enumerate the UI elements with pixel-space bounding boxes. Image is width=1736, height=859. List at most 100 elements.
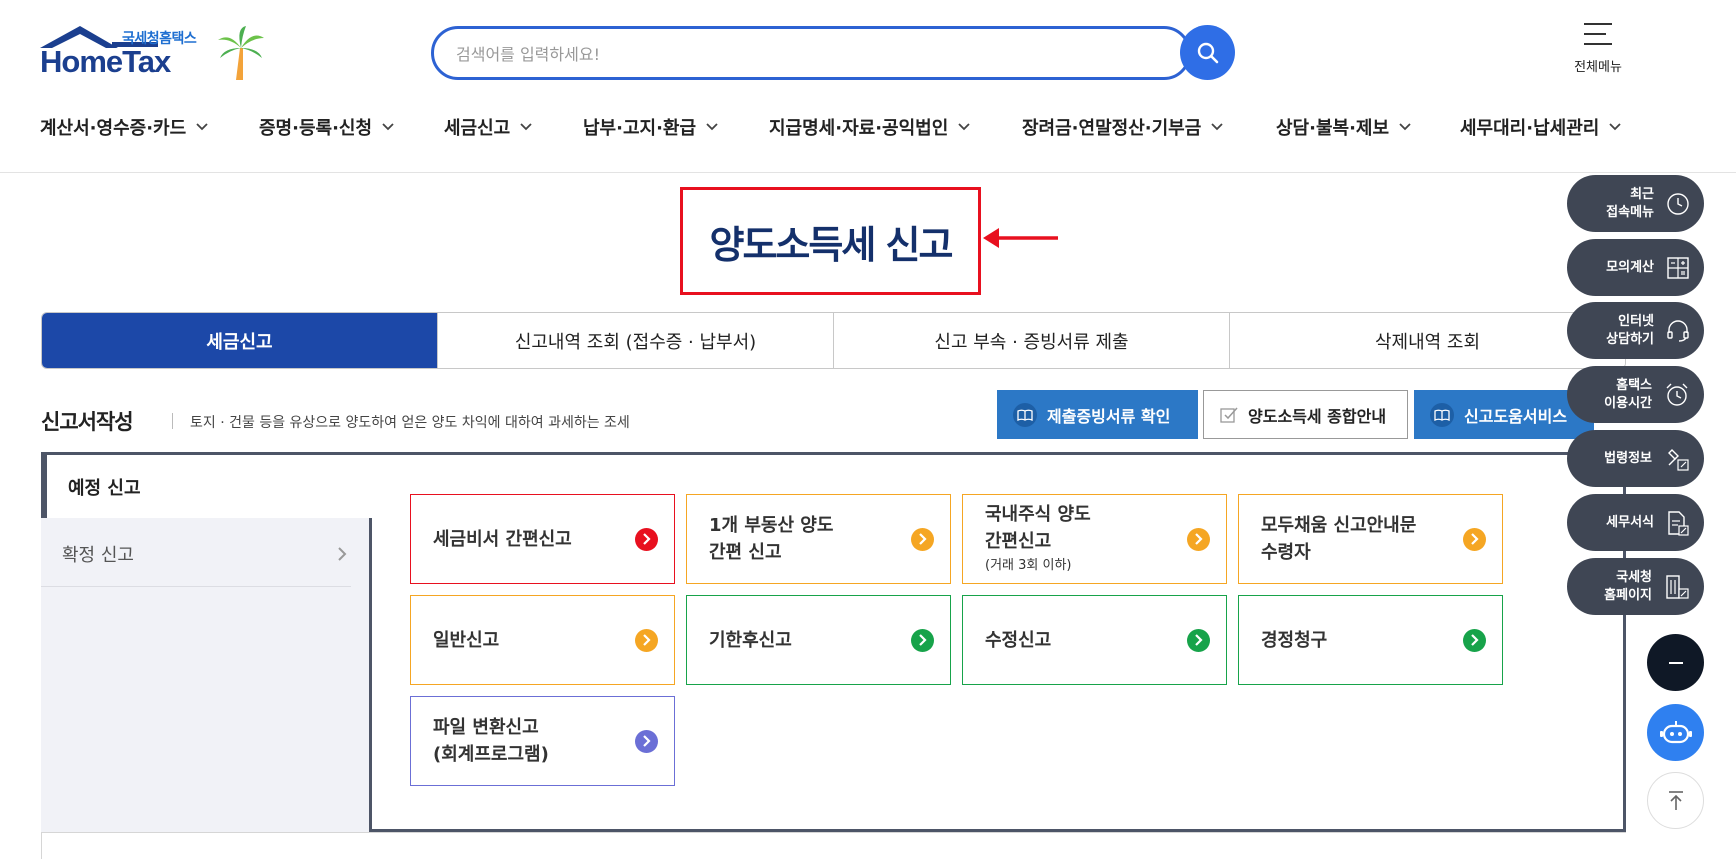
gnb-item-consult[interactable]: 상담·불복·제보	[1276, 114, 1411, 140]
guide-button[interactable]: 양도소득세 종합안내	[1203, 390, 1408, 439]
report-tabs: 세금신고 신고내역 조회 (접수증 · 납부서) 신고 부속 · 증빙서류 제출…	[41, 312, 1626, 369]
tab-tax-report[interactable]: 세금신고	[42, 313, 437, 368]
search-input[interactable]	[456, 41, 1136, 67]
side-menu-final-report[interactable]: 확정 신고	[41, 522, 351, 587]
chevron-right-icon	[338, 547, 347, 561]
card-single-realestate[interactable]: 1개 부동산 양도 간편 신고	[686, 494, 951, 584]
quick-hometax-hours[interactable]: 홈택스이용시간	[1567, 366, 1704, 423]
card-label-line2: 수령자	[1261, 542, 1311, 563]
section-title: 신고서작성	[41, 410, 134, 434]
arrow-right-icon	[635, 628, 658, 652]
chevron-down-icon	[196, 123, 208, 131]
quick-recent-menu[interactable]: 최근접속메뉴	[1567, 175, 1704, 232]
gnb-label: 증명·등록·신청	[259, 118, 373, 139]
quick-label-line1: 인터넷	[1618, 313, 1654, 329]
quick-label: 인터넷상담하기	[1606, 313, 1654, 349]
gnb-label: 계산서·영수증·카드	[40, 118, 187, 139]
tab-report-history[interactable]: 신고내역 조회 (접수증 · 납부서)	[437, 313, 833, 368]
card-label: 1개 부동산 양도 간편 신고	[709, 512, 833, 566]
card-label-line2: (회계프로그램)	[433, 744, 549, 765]
card-label: 파일 변환신고 (회계프로그램)	[433, 714, 549, 768]
tab-deleted-history[interactable]: 삭제내역 조회	[1229, 313, 1625, 368]
card-file-conversion[interactable]: 파일 변환신고 (회계프로그램)	[410, 696, 675, 786]
tab-attached-docs[interactable]: 신고 부속 · 증빙서류 제출	[833, 313, 1229, 368]
minus-icon	[1668, 661, 1683, 664]
card-amended-report[interactable]: 수정신고	[962, 595, 1227, 685]
document-icon	[1668, 510, 1689, 536]
side-menu-scheduled-report[interactable]: 예정 신고	[41, 455, 372, 518]
checkbox-edit-icon	[1220, 406, 1238, 424]
red-arrow-annotation	[983, 228, 1058, 248]
quick-nts-homepage[interactable]: 국세청 홈페이지	[1567, 558, 1704, 615]
gnb-label: 납부·고지·환급	[583, 118, 697, 139]
calculator-icon	[1667, 256, 1689, 279]
quick-label-line1: 최근	[1630, 186, 1654, 202]
card-label: 세금비서 간편신고	[433, 528, 572, 550]
search-icon	[1197, 42, 1218, 63]
gnb-item-tax-report[interactable]: 세금신고	[444, 114, 532, 140]
quick-label-line2: 이용시간	[1604, 395, 1652, 411]
book-icon	[1430, 402, 1454, 427]
card-label: 국내주식 양도 간편신고 (거래 3회 이하)	[985, 501, 1091, 577]
logo-text: HomeTax	[40, 44, 171, 79]
card-domestic-stock[interactable]: 국내주식 양도 간편신고 (거래 3회 이하)	[962, 494, 1227, 584]
palm-tree-icon	[218, 26, 264, 80]
quick-law-info[interactable]: 법령정보	[1567, 430, 1704, 487]
quick-tax-forms[interactable]: 세무서식	[1567, 494, 1704, 551]
hamburger-icon	[1584, 23, 1612, 45]
all-menu-button[interactable]: 전체메뉴	[1566, 22, 1630, 75]
hometax-logo[interactable]: 국세청홈택스 HomeTax	[40, 24, 270, 84]
gnb-item-agent[interactable]: 세무대리·납세관리	[1460, 114, 1621, 140]
chevron-down-icon	[1399, 123, 1411, 131]
gavel-icon	[1668, 448, 1689, 471]
card-label-line1: 국내주식 양도	[985, 504, 1091, 525]
chevron-down-icon	[706, 123, 718, 131]
gnb-label: 장려금·연말정산·기부금	[1022, 118, 1202, 139]
header-divider	[0, 172, 1736, 173]
gnb-item-payment[interactable]: 납부·고지·환급	[583, 114, 718, 140]
quick-label: 최근접속메뉴	[1606, 186, 1654, 222]
help-service-label: 신고도움서비스	[1464, 406, 1568, 426]
card-label: 모두채움 신고안내문수령자	[1261, 512, 1416, 566]
quick-mock-calc[interactable]: 모의계산	[1567, 239, 1704, 296]
card-late-report[interactable]: 기한후신고	[686, 595, 951, 685]
chevron-down-icon	[1211, 123, 1223, 131]
building-icon	[1666, 574, 1689, 599]
quick-label: 홈택스이용시간	[1604, 377, 1652, 413]
docs-check-button[interactable]: 제출증빙서류 확인	[997, 390, 1198, 439]
search-box	[431, 26, 1191, 80]
search-button[interactable]	[1180, 25, 1235, 80]
gnb-item-invoice[interactable]: 계산서·영수증·카드	[40, 114, 208, 140]
gnb-item-year-end[interactable]: 장려금·연말정산·기부금	[1022, 114, 1223, 140]
side-menu-label: 확정 신고	[62, 545, 134, 566]
arrow-right-icon	[1187, 527, 1210, 551]
clock-icon	[1667, 192, 1689, 215]
gnb-item-certificate[interactable]: 증명·등록·신청	[259, 114, 394, 140]
card-label: 일반신고	[433, 629, 500, 651]
card-tax-secretary-simple[interactable]: 세금비서 간편신고	[410, 494, 675, 584]
chevron-down-icon	[958, 123, 970, 131]
section-separator	[172, 413, 173, 429]
card-general-report[interactable]: 일반신고	[410, 595, 675, 685]
quick-label: 국세청 홈페이지	[1604, 569, 1652, 605]
arrow-right-icon	[911, 527, 934, 551]
card-label-line1: 모두채움 신고안내문	[1261, 515, 1417, 536]
collapse-quick-menu-button[interactable]	[1647, 634, 1704, 691]
quick-label-line2: 상담하기	[1606, 331, 1654, 347]
card-correction-claim[interactable]: 경정청구	[1238, 595, 1503, 685]
gnb-item-statement[interactable]: 지급명세·자료·공익법인	[769, 114, 970, 140]
arrow-right-icon	[1463, 527, 1486, 551]
scroll-top-button[interactable]	[1647, 772, 1704, 829]
quick-label-line1: 홈택스	[1616, 377, 1652, 393]
quick-online-consult[interactable]: 인터넷상담하기	[1567, 302, 1704, 359]
arrow-right-icon	[635, 729, 658, 753]
chatbot-button[interactable]	[1647, 704, 1704, 761]
chevron-down-icon	[382, 123, 394, 131]
quick-label-line2: 접속메뉴	[1606, 204, 1654, 220]
quick-label-line2: 홈페이지	[1604, 587, 1652, 603]
arrow-right-icon	[635, 527, 658, 551]
gnb-label: 세무대리·납세관리	[1460, 118, 1600, 139]
content-bottom-border	[41, 832, 1626, 833]
card-sublabel: (거래 3회 이하)	[985, 558, 1072, 573]
card-prefilled-notice[interactable]: 모두채움 신고안내문수령자	[1238, 494, 1503, 584]
